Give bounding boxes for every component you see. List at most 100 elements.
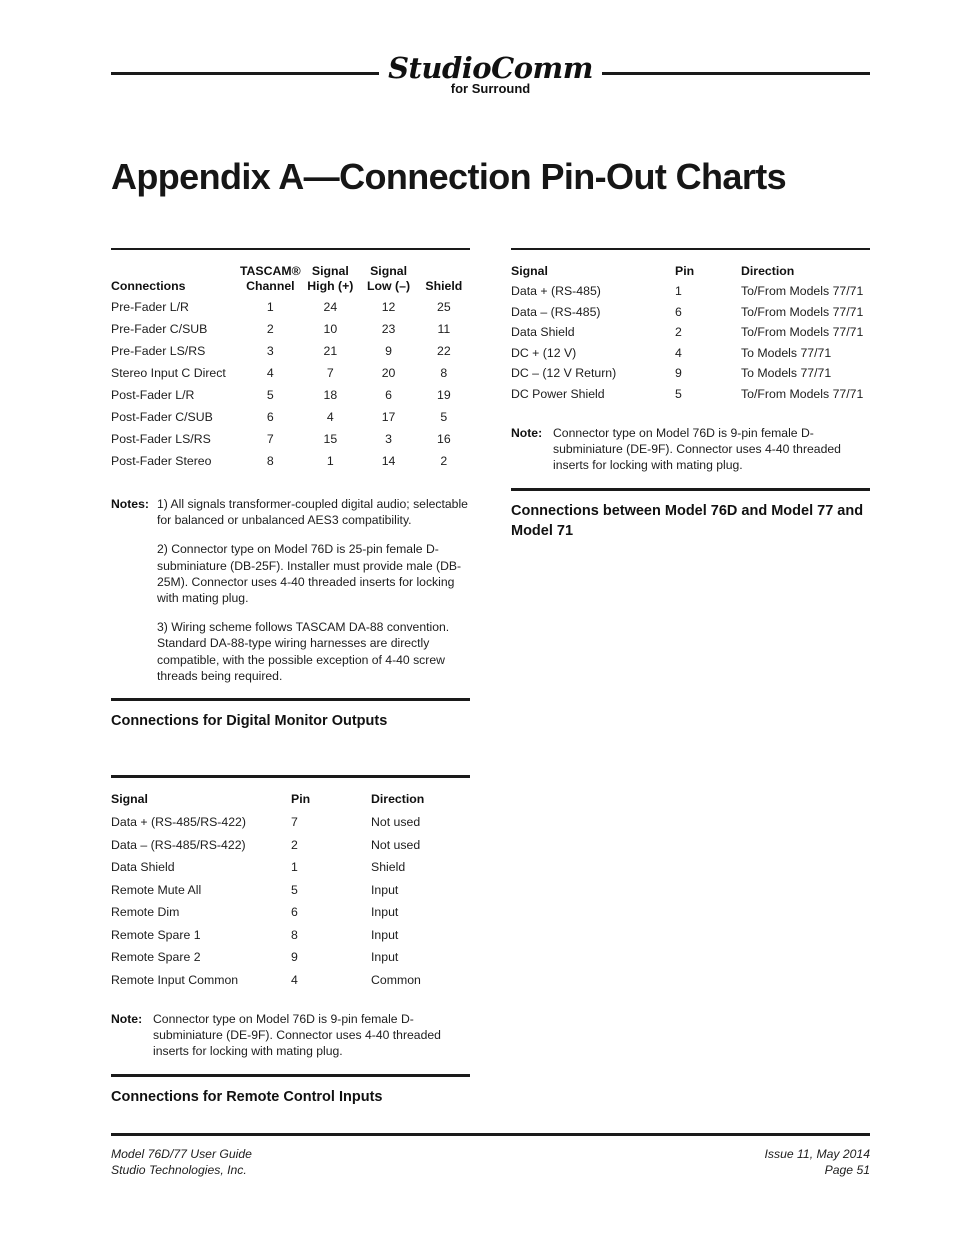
table-cell: 22 [436,344,451,358]
table-cell: To/From Models 77/71 [741,386,864,401]
table-row: Pre-Fader L/R 1 24 12 25 [111,300,470,322]
footer-page-number: Page 51 [824,1163,870,1177]
table-row: Data + (RS-485) 1 To/From Models 77/71 [511,284,870,305]
remote-note: Note: Connector type on Model 76D is 9-p… [111,1011,470,1060]
document-page: StudioComm for Surround Appendix A—Conne… [0,0,954,1235]
table-row: DC Power Shield 5 To/From Models 77/71 [511,387,870,408]
table-cell: Remote Mute All [111,882,202,897]
col-signal-high: High (+) [307,279,354,293]
table-cell: Remote Dim [111,905,180,920]
notes-body: 1) All signals transformer-coupled digit… [157,496,470,684]
col-shield: Shield [425,279,463,293]
table-cell: 20 [381,366,396,380]
table-cell: To/From Models 77/71 [741,304,864,319]
table-cell: 15 [323,432,338,446]
table-cell: To Models 77/71 [741,366,832,380]
col-direction: Direction [371,792,425,807]
col-signal: Signal [511,264,548,278]
table-cell: 4 [291,972,298,987]
page-footer: Model 76D/77 User Guide Studio Technolog… [111,1133,870,1178]
table-cell: Post-Fader L/R [111,388,195,402]
col-tascam-channel: Channel [246,279,295,293]
table-row: Post-Fader Stereo 8 1 14 2 [111,454,470,476]
footer-right: Issue 11, May 2014 Page 51 [765,1146,870,1178]
table-cell: Input [371,950,399,965]
table-row: Post-Fader L/R 5 18 6 19 [111,388,470,410]
table-row: Remote Spare 1 8 Input [111,928,470,951]
table-cell: Input [371,927,399,942]
table-row: Post-Fader LS/RS 7 15 3 16 [111,432,470,454]
table-cell: Input [371,905,399,920]
note-paragraph-2: 2) Connector type on Model 76D is 25-pin… [157,542,462,606]
masthead: StudioComm for Surround [111,52,870,110]
table-cell: 14 [381,454,396,468]
table-cell: Input [371,882,399,897]
table-row: Pre-Fader C/SUB 2 10 23 11 [111,322,470,344]
studiocomm-logo: StudioComm for Surround [341,52,641,96]
col-signal-low-top: Signal [370,264,408,278]
col-shield-top [418,264,470,279]
table-cell: Data + (RS-485) [511,284,601,298]
col-signal-high-top: Signal [311,264,349,278]
table-cell: 6 [385,388,392,402]
table-header-row-top: TASCAM® Signal Signal [111,264,470,279]
table-cell: 18 [323,388,338,402]
table-cell: DC Power Shield [511,386,605,401]
model-76d-77-71-table: Signal Pin Direction Data + (RS-485) 1 To/… [511,264,870,407]
table-row: Remote Mute All 5 Input [111,883,470,906]
caption-remote-control-inputs: Connections for Remote Control Inputs [111,1088,383,1105]
table-header: TASCAM® Signal Signal Connections Channe… [111,264,470,300]
masthead-rule-left [111,72,379,75]
caption-connections-between-models: Connections between Model 76D and Model … [511,502,864,539]
remote-control-inputs-table: Signal Pin Direction Data + (RS-485/RS-4… [111,792,470,995]
table-cell: Data – (RS-485/RS-422) [111,837,246,852]
table-cell: 5 [266,388,274,402]
table-cell: Data + (RS-485/RS-422) [111,815,246,830]
table-cell: DC + (12 V) [511,345,577,360]
table-cell: 6 [675,304,682,319]
table-cell: Data Shield [511,325,575,339]
table-cell: Remote Spare 2 [111,950,201,965]
table-cell: Stereo Input C Direct [111,366,226,380]
footer-issue: Issue 11, May 2014 [764,1147,870,1161]
note-body: Connector type on Model 76D is 9-pin fem… [553,425,870,474]
table-cell: Data Shield [111,860,175,875]
table-cell: Remote Input Common [111,972,239,987]
table-cell: Not used [371,837,421,852]
note-text: Connector type on Model 76D is 9-pin fem… [153,1012,441,1059]
table-row: Post-Fader C/SUB 6 4 17 5 [111,410,470,432]
remote-table-header-row: Signal Pin Direction [111,792,470,815]
table-cell: Post-Fader LS/RS [111,432,211,446]
remote-table-header: Signal Pin Direction [111,792,470,815]
table-row: Data Shield 2 To/From Models 77/71 [511,325,870,346]
table-cell: Shield [371,860,406,875]
table-cell: 1 [326,454,334,468]
table-cell: 17 [381,410,396,424]
table-cell: 25 [436,300,451,314]
right-column: Signal Pin Direction Data + (RS-485) 1 To/… [511,248,870,541]
masthead-rule-right [602,72,870,75]
table-row: Data – (RS-485) 6 To/From Models 77/71 [511,305,870,326]
table-cell: Pre-Fader L/R [111,300,189,314]
table-cell: 11 [437,322,451,336]
table-cell: 23 [381,322,396,336]
models-note: Note: Connector type on Model 76D is 9-p… [511,425,870,474]
table-cell: 1 [291,860,298,875]
col-connections: Connections [111,279,186,293]
table-cell: 19 [436,388,451,402]
table-cell: Post-Fader C/SUB [111,410,213,424]
note-paragraph-3: 3) Wiring scheme follows TASCAM DA-88 co… [157,620,450,683]
table-cell: DC – (12 V Return) [511,366,617,380]
col-tascam-top: TASCAM® [239,264,301,278]
table-cell: 2 [675,325,682,339]
table-cell: 3 [266,344,274,358]
table-cell: Remote Spare 1 [111,927,201,942]
table-cell: 9 [385,344,392,358]
logo-tagline: for Surround [450,81,531,96]
table-cell: To/From Models 77/71 [741,284,864,298]
table-cell: 8 [291,927,298,942]
table-cell: Post-Fader Stereo [111,454,212,468]
table-cell: 5 [291,882,298,897]
table-row: Remote Input Common 4 Common [111,973,470,996]
models-table-header-row: Signal Pin Direction [511,264,870,284]
